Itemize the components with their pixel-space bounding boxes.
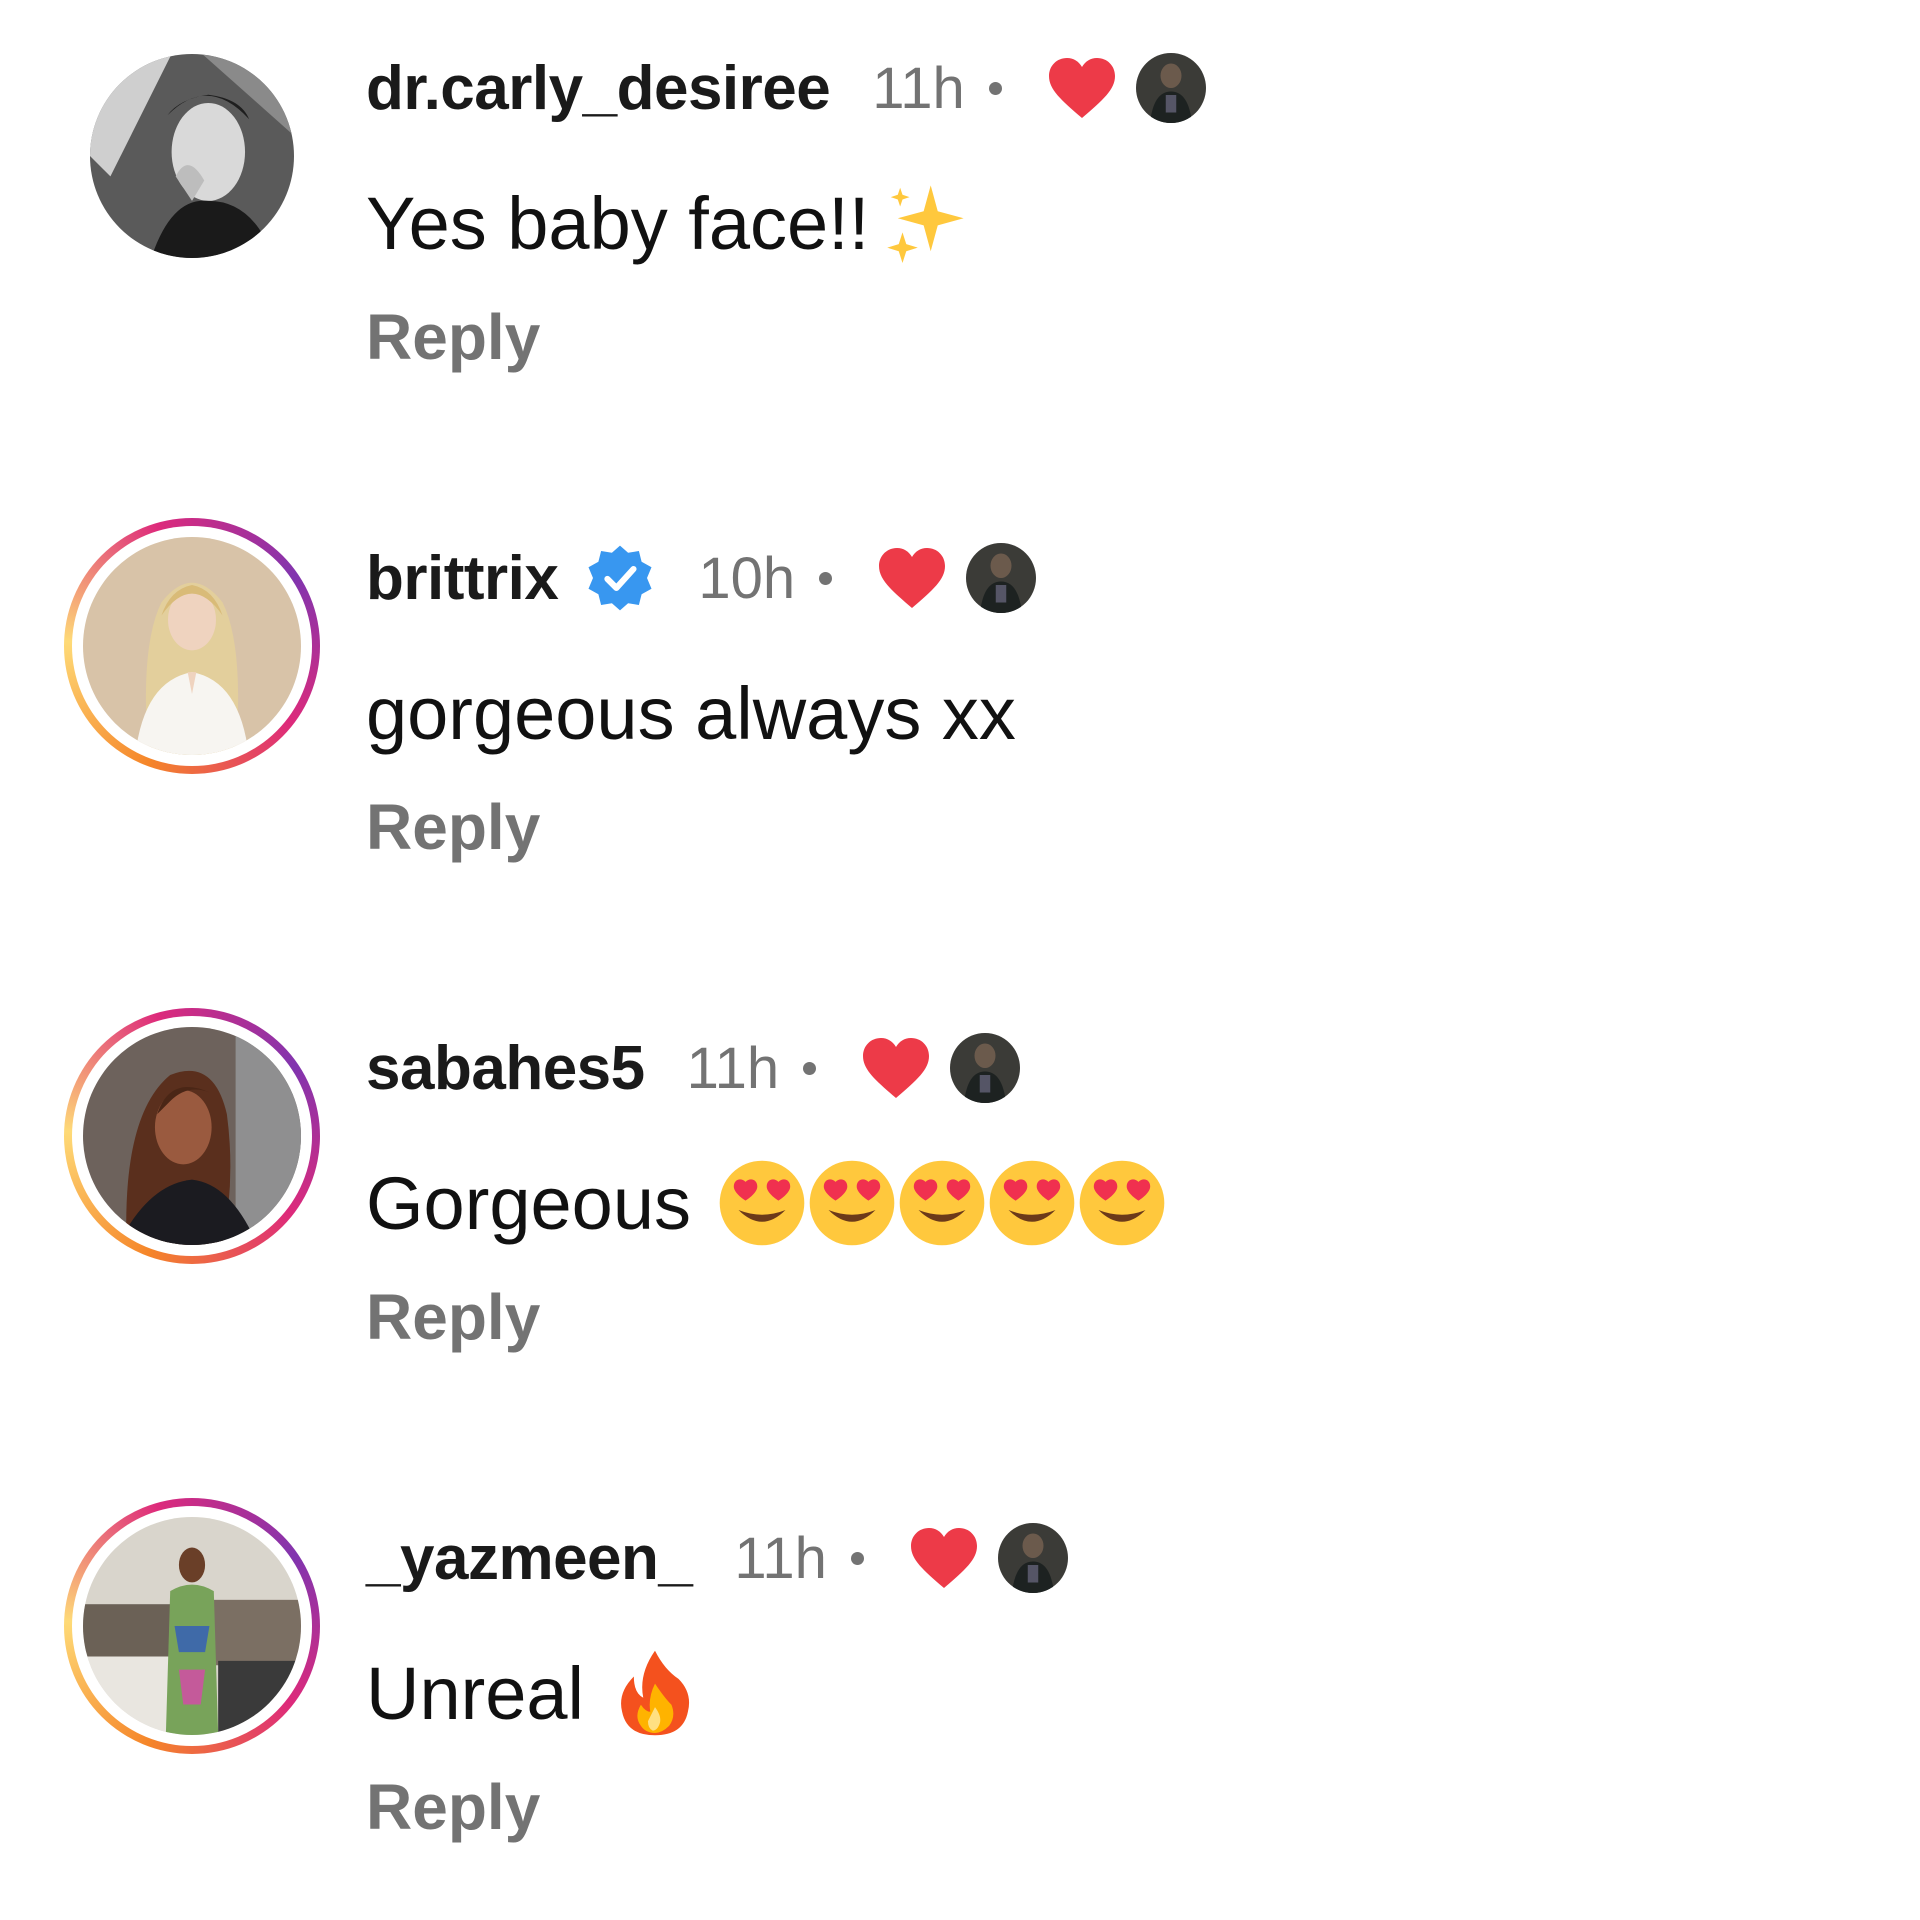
comment-text: Gorgeous [366,1148,1169,1258]
comment-text: Unreal [366,1638,702,1748]
comment-text: Yes baby face!! [366,168,973,278]
author-avatar-icon [950,1033,1021,1103]
author-avatar-icon [997,1523,1068,1593]
avatar-image [83,1027,301,1245]
separator-dot [803,1061,817,1075]
avatar-photo-bw [90,54,294,258]
timestamp: 11h [734,1525,827,1591]
comment-body: Unreal [366,1651,584,1735]
comment-item: dr.carly_desiree 11h Yes baby face!! Rep… [0,0,1920,480]
comment-header: dr.carly_desiree 11h [366,40,1206,136]
username[interactable]: _yazmeen_ [366,1523,693,1594]
author-avatar-icon [1135,53,1206,123]
comment-header: sabahes5 11h [366,1020,1021,1116]
comment-body: Yes baby face!! [366,181,870,265]
comment-body: gorgeous always xx [366,671,1016,755]
heart-eyes-emoji-group [715,1156,1169,1250]
verified-badge-icon [588,545,652,611]
comment-body: Gorgeous [366,1161,691,1245]
username[interactable]: brittrix [366,543,559,614]
avatar-photo [83,1027,301,1245]
reply-button[interactable]: Reply [366,1770,540,1844]
author-avatar-icon [966,543,1037,613]
comment-item: brittrix 10h gorgeous always xx Reply [0,490,1920,970]
liked-by-author-heart-icon [910,1528,977,1588]
avatar-image [83,1517,301,1735]
liked-by-author-heart-icon [879,548,946,608]
comment-item: _yazmeen_ 11h Unreal Reply [0,1470,1920,1920]
comment-text: gorgeous always xx [366,658,1016,768]
comment-header: _yazmeen_ 11h [366,1510,1068,1606]
liked-by-author-heart-icon [1048,58,1115,118]
reply-button[interactable]: Reply [366,300,540,374]
commenter-avatar[interactable] [64,28,320,284]
avatar-image [90,54,294,258]
commenter-avatar[interactable] [64,1008,320,1264]
heart-eyes-emoji-icon [719,1160,805,1246]
avatar-photo [83,1517,301,1735]
heart-eyes-emoji-icon [809,1160,895,1246]
comment-header: brittrix 10h [366,530,1037,626]
fire-emoji-icon [608,1646,702,1740]
timestamp: 10h [698,545,796,611]
timestamp: 11h [872,55,965,121]
reply-button[interactable]: Reply [366,790,540,864]
heart-eyes-emoji-icon [899,1160,985,1246]
avatar-image [83,537,301,755]
separator-dot [988,81,1002,95]
username[interactable]: dr.carly_desiree [366,53,831,124]
separator-dot [850,1551,864,1565]
heart-eyes-emoji-icon [1079,1160,1165,1246]
username[interactable]: sabahes5 [366,1033,645,1104]
commenter-avatar[interactable] [64,1498,320,1754]
sparkles-emoji-icon [879,176,973,270]
reply-button[interactable]: Reply [366,1280,540,1354]
timestamp: 11h [686,1035,780,1101]
avatar-photo [83,537,301,755]
comment-item: sabahes5 11h Gorgeous Reply [0,980,1920,1460]
commenter-avatar[interactable] [64,518,320,774]
separator-dot [819,571,833,585]
heart-eyes-emoji-icon [989,1160,1075,1246]
liked-by-author-heart-icon [863,1038,930,1098]
